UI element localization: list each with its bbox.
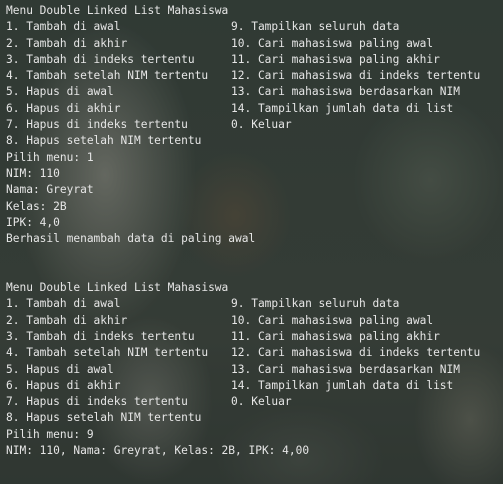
menu-option: 2. Tambah di akhir xyxy=(6,313,128,327)
menu-options: 1. Tambah di awal 2. Tambah di akhir 3. … xyxy=(6,296,503,426)
input-nim: NIM: 110 xyxy=(6,166,60,180)
menu-option: 14. Tampilkan jumlah data di list xyxy=(231,101,454,115)
input-kelas: Kelas: 2B xyxy=(6,199,67,213)
menu-option: 5. Hapus di awal xyxy=(6,362,114,376)
menu-option: 10. Cari mahasiswa paling awal xyxy=(231,36,434,50)
menu-option: 9. Tampilkan seluruh data xyxy=(231,297,400,311)
menu-title: Menu Double Linked List Mahasiswa xyxy=(6,281,229,295)
menu-options-right: 9. Tampilkan seluruh data 10. Cari mahas… xyxy=(231,19,503,149)
menu-option: 7. Hapus di indeks tertentu xyxy=(6,118,188,132)
menu-option: 11. Cari mahasiswa paling akhir xyxy=(231,329,440,343)
menu-option: 12. Cari mahasiswa di indeks tertentu xyxy=(231,346,481,360)
menu-option: 13. Cari mahasiswa berdasarkan NIM xyxy=(231,362,461,376)
input-ipk: IPK: 4,0 xyxy=(6,215,60,229)
menu-option: 5. Hapus di awal xyxy=(6,85,114,99)
success-message: Berhasil menambah data di paling awal xyxy=(6,232,256,246)
blank-lines xyxy=(6,247,503,280)
menu-option: 11. Cari mahasiswa paling akhir xyxy=(231,52,440,66)
terminal-output: Menu Double Linked List Mahasiswa 1. Tam… xyxy=(6,3,503,484)
menu-option: 9. Tampilkan seluruh data xyxy=(231,20,400,34)
menu-option: 10. Cari mahasiswa paling awal xyxy=(231,313,434,327)
menu-prompt: Pilih menu: 9 xyxy=(6,427,94,441)
menu-option: 12. Cari mahasiswa di indeks tertentu xyxy=(231,69,481,83)
menu-option: 3. Tambah di indeks tertentu xyxy=(6,52,195,66)
menu-options-left: 1. Tambah di awal 2. Tambah di akhir 3. … xyxy=(6,19,231,149)
menu-prompt: Pilih menu: 1 xyxy=(6,150,94,164)
menu-option: 0. Keluar xyxy=(231,118,292,132)
menu-options: 1. Tambah di awal 2. Tambah di akhir 3. … xyxy=(6,19,503,149)
menu-option: 1. Tambah di awal xyxy=(6,20,121,34)
menu-option: 4. Tambah setelah NIM tertentu xyxy=(6,346,209,360)
menu-option: 0. Keluar xyxy=(231,395,292,409)
data-record: NIM: 110, Nama: Greyrat, Kelas: 2B, IPK:… xyxy=(6,444,310,458)
terminal-window[interactable]: Menu Double Linked List Mahasiswa 1. Tam… xyxy=(0,0,503,484)
menu-option: 13. Cari mahasiswa berdasarkan NIM xyxy=(231,85,461,99)
menu-option: 8. Hapus setelah NIM tertentu xyxy=(6,134,202,148)
menu-option: 2. Tambah di akhir xyxy=(6,36,128,50)
menu-option: 6. Hapus di akhir xyxy=(6,101,121,115)
menu-options-left: 1. Tambah di awal 2. Tambah di akhir 3. … xyxy=(6,296,231,426)
menu-option: 6. Hapus di akhir xyxy=(6,378,121,392)
menu-option: 14. Tampilkan jumlah data di list xyxy=(231,378,454,392)
menu-option: 7. Hapus di indeks tertentu xyxy=(6,395,188,409)
input-nama: Nama: Greyrat xyxy=(6,183,94,197)
menu-option: 3. Tambah di indeks tertentu xyxy=(6,329,195,343)
menu-option: 1. Tambah di awal xyxy=(6,297,121,311)
menu-option: 8. Hapus setelah NIM tertentu xyxy=(6,411,202,425)
menu-option: 4. Tambah setelah NIM tertentu xyxy=(6,69,209,83)
menu-title: Menu Double Linked List Mahasiswa xyxy=(6,4,229,17)
menu-options-right: 9. Tampilkan seluruh data 10. Cari mahas… xyxy=(231,296,503,426)
